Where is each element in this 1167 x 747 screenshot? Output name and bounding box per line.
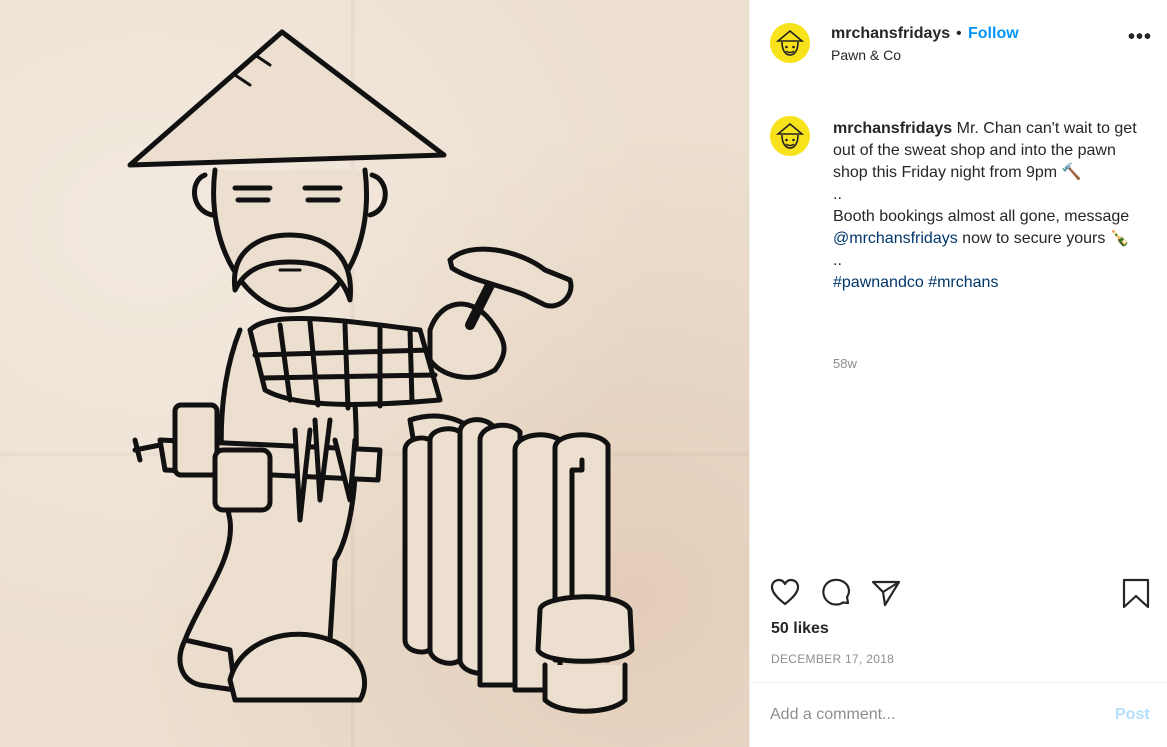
- comment-button[interactable]: [820, 577, 852, 614]
- location-link[interactable]: Pawn & Co: [831, 47, 901, 63]
- avatar[interactable]: [770, 23, 810, 63]
- mr-chan-logo-icon: [770, 23, 810, 63]
- more-options-icon[interactable]: •••: [1128, 27, 1152, 47]
- caption-avatar[interactable]: [770, 116, 810, 156]
- like-button[interactable]: [770, 578, 800, 611]
- post-comment-button[interactable]: Post: [1115, 706, 1150, 724]
- follow-button[interactable]: Follow: [968, 25, 1019, 43]
- caption-separator-1: ..: [833, 186, 842, 203]
- caption-username[interactable]: mrchansfridays: [833, 120, 952, 137]
- comment-input[interactable]: [770, 703, 1090, 727]
- bookmark-icon: [1122, 578, 1150, 609]
- caption-text-2: Booth bookings almost all gone, message: [833, 208, 1130, 225]
- post-date: DECEMBER 17, 2018: [771, 652, 895, 666]
- mention-link[interactable]: @mrchansfridays: [833, 230, 958, 247]
- mr-chan-logo-icon: [770, 116, 810, 156]
- champagne-emoji: 🍾: [1109, 230, 1130, 247]
- divider: [750, 682, 1167, 683]
- header-username[interactable]: mrchansfridays: [831, 25, 950, 43]
- post-age: 58w: [833, 356, 857, 371]
- likes-count[interactable]: 50 likes: [771, 620, 829, 638]
- header-separator: •: [956, 25, 962, 42]
- cartoon-illustration: [127, 29, 635, 714]
- caption-text-3: now to secure yours: [957, 230, 1110, 247]
- caption-separator-2: ..: [833, 252, 842, 269]
- post-caption: mrchansfridays Mr. Chan can't wait to ge…: [833, 118, 1143, 294]
- share-button[interactable]: [871, 578, 901, 613]
- comment-icon: [822, 578, 851, 606]
- save-button[interactable]: [1122, 578, 1150, 615]
- heart-icon: [770, 578, 800, 606]
- hammer-emoji: 🔨: [1061, 164, 1082, 181]
- post-side-panel: mrchansfridays • Follow Pawn & Co ••• mr…: [749, 0, 1167, 747]
- paper-plane-icon: [871, 580, 901, 607]
- post-image: [0, 0, 749, 747]
- hashtag-link[interactable]: #mrchans: [928, 274, 998, 291]
- hashtag-link[interactable]: #pawnandco: [833, 274, 924, 291]
